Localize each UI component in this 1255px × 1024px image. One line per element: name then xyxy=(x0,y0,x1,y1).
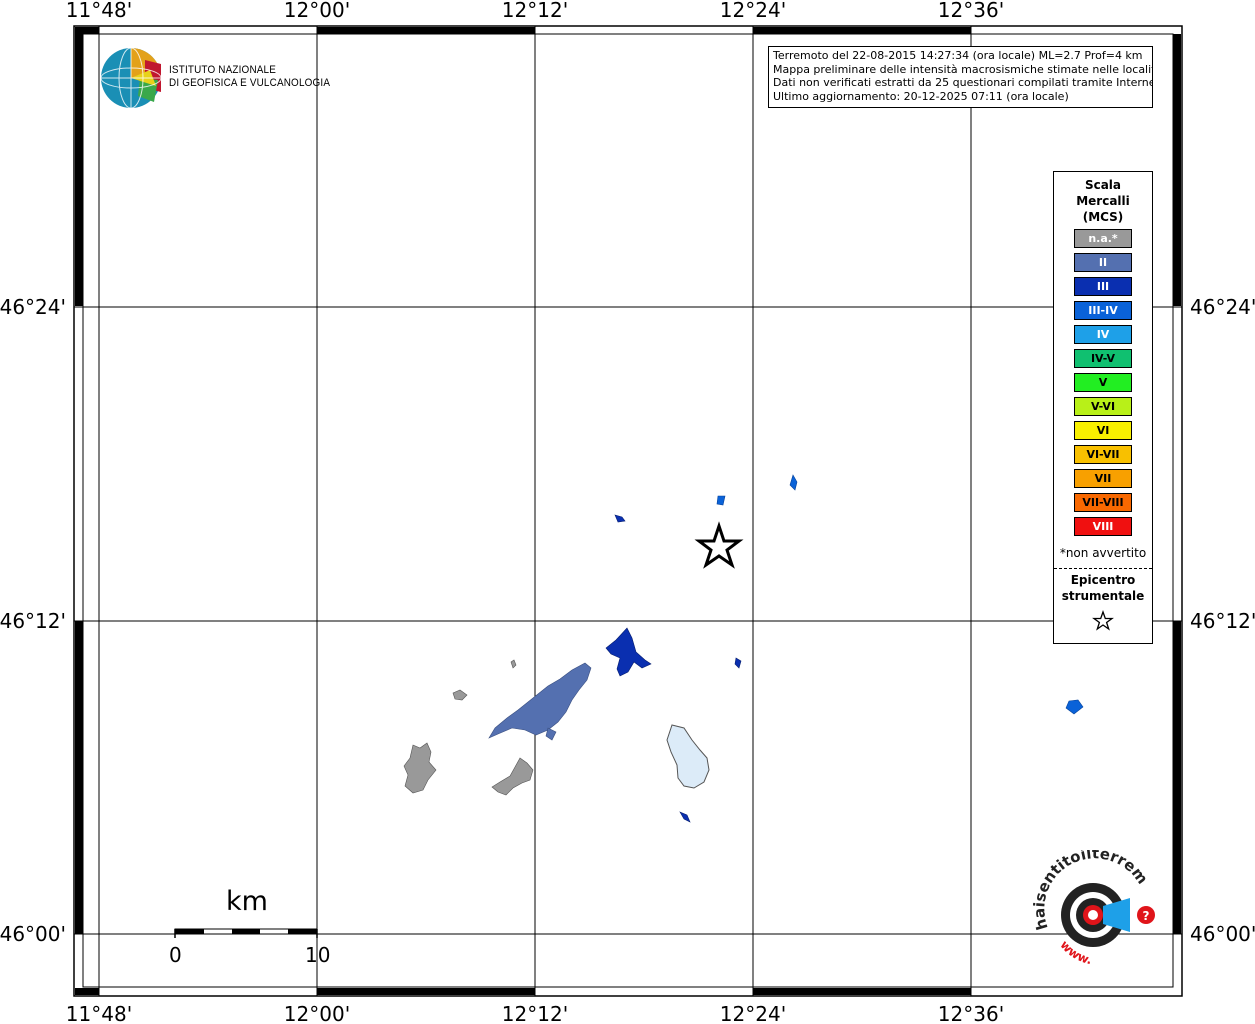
map-area xyxy=(82,33,1174,988)
event-info-line: Ultimo aggiornamento: 20-12-2025 07:11 (… xyxy=(773,89,1069,103)
legend-item: VI-VII xyxy=(1074,445,1132,464)
lon-tick-bottom: 12°36' xyxy=(938,1002,1004,1024)
lon-tick-bottom: 12°24' xyxy=(720,1002,786,1024)
lon-tick-bottom: 12°00' xyxy=(284,1002,350,1024)
lat-tick-right: 46°00' xyxy=(1190,922,1255,946)
legend-item: V-VI xyxy=(1074,397,1132,416)
lat-tick-right: 46°24' xyxy=(1190,295,1255,319)
legend-item: VIII xyxy=(1074,517,1132,536)
hsit-site-name: haisentitoilterremoto.it xyxy=(1030,850,1152,932)
legend-item: III-IV xyxy=(1074,301,1132,320)
legend-title: Scala Mercalli (MCS) xyxy=(1054,177,1152,225)
legend-divider xyxy=(1054,568,1152,569)
ingv-logo-text: ISTITUTO NAZIONALE DI GEOFISICA E VULCAN… xyxy=(169,64,330,90)
legend-title-line: Scala xyxy=(1084,178,1122,192)
legend-item: II xyxy=(1074,253,1132,272)
scale-end: 10 xyxy=(305,943,331,967)
event-info-line: Mappa preliminare delle intensità macros… xyxy=(773,62,1153,76)
legend-item: IV-V xyxy=(1074,349,1132,368)
svg-text:haisentitoilterremoto.it: haisentitoilterremoto.it xyxy=(1030,850,1152,932)
lat-tick-left: 46°12' xyxy=(0,609,66,633)
legend-item: III xyxy=(1074,277,1132,296)
legend-epicenter-label: Epicentro strumentale xyxy=(1054,572,1152,604)
legend-item: V xyxy=(1074,373,1132,392)
legend-item: VII-VIII xyxy=(1074,493,1132,512)
lon-tick-top: 12°24' xyxy=(720,0,786,22)
legend-note: *non avvertito xyxy=(1059,546,1147,560)
lon-tick-top: 12°12' xyxy=(502,0,568,22)
event-info-line: Terremoto del 22-08-2015 14:27:34 (ora l… xyxy=(773,49,1143,62)
legend-item: VII xyxy=(1074,469,1132,488)
ingv-line1: ISTITUTO NAZIONALE xyxy=(169,64,277,76)
lon-tick-bottom: 12°12' xyxy=(502,1002,568,1024)
lat-tick-right: 46°12' xyxy=(1190,609,1255,633)
legend-item: n.a.* xyxy=(1074,229,1132,248)
legend-title-line: Mercalli xyxy=(1076,194,1130,208)
scale-start: 0 xyxy=(169,943,182,967)
legend-epicenter-line: Epicentro xyxy=(1070,573,1136,587)
lat-tick-left: 46°24' xyxy=(0,295,66,319)
ingv-globe-icon xyxy=(100,47,162,109)
legend-star-icon xyxy=(1092,610,1114,631)
legend-title-line: (MCS) xyxy=(1082,210,1124,224)
event-info-box: Terremoto del 22-08-2015 14:27:34 (ora l… xyxy=(768,46,1153,108)
scale-unit: km xyxy=(226,886,268,917)
mcs-legend: Scala Mercalli (MCS) n.a.* II III III-IV IV I… xyxy=(1053,171,1153,644)
event-info-line: Dati non verificati estratti da 25 quest… xyxy=(773,76,1153,89)
legend-epicenter-line: strumentale xyxy=(1061,589,1145,603)
svg-text:www.: www. xyxy=(1057,938,1093,967)
ingv-line2: DI GEOFISICA E VULCANOLOGIA xyxy=(169,77,331,89)
legend-item: VI xyxy=(1074,421,1132,440)
lon-tick-top: 12°00' xyxy=(284,0,350,22)
hsit-www: www. xyxy=(1057,938,1093,967)
lon-tick-top: 11°48' xyxy=(66,0,132,22)
legend-item: IV xyxy=(1074,325,1132,344)
lon-tick-bottom: 11°48' xyxy=(66,1002,132,1024)
hsit-logo-text: haisentitoilterremoto.it www. xyxy=(1030,850,1152,967)
lon-tick-top: 12°36' xyxy=(938,0,1004,22)
lat-tick-left: 46°00' xyxy=(0,922,66,946)
